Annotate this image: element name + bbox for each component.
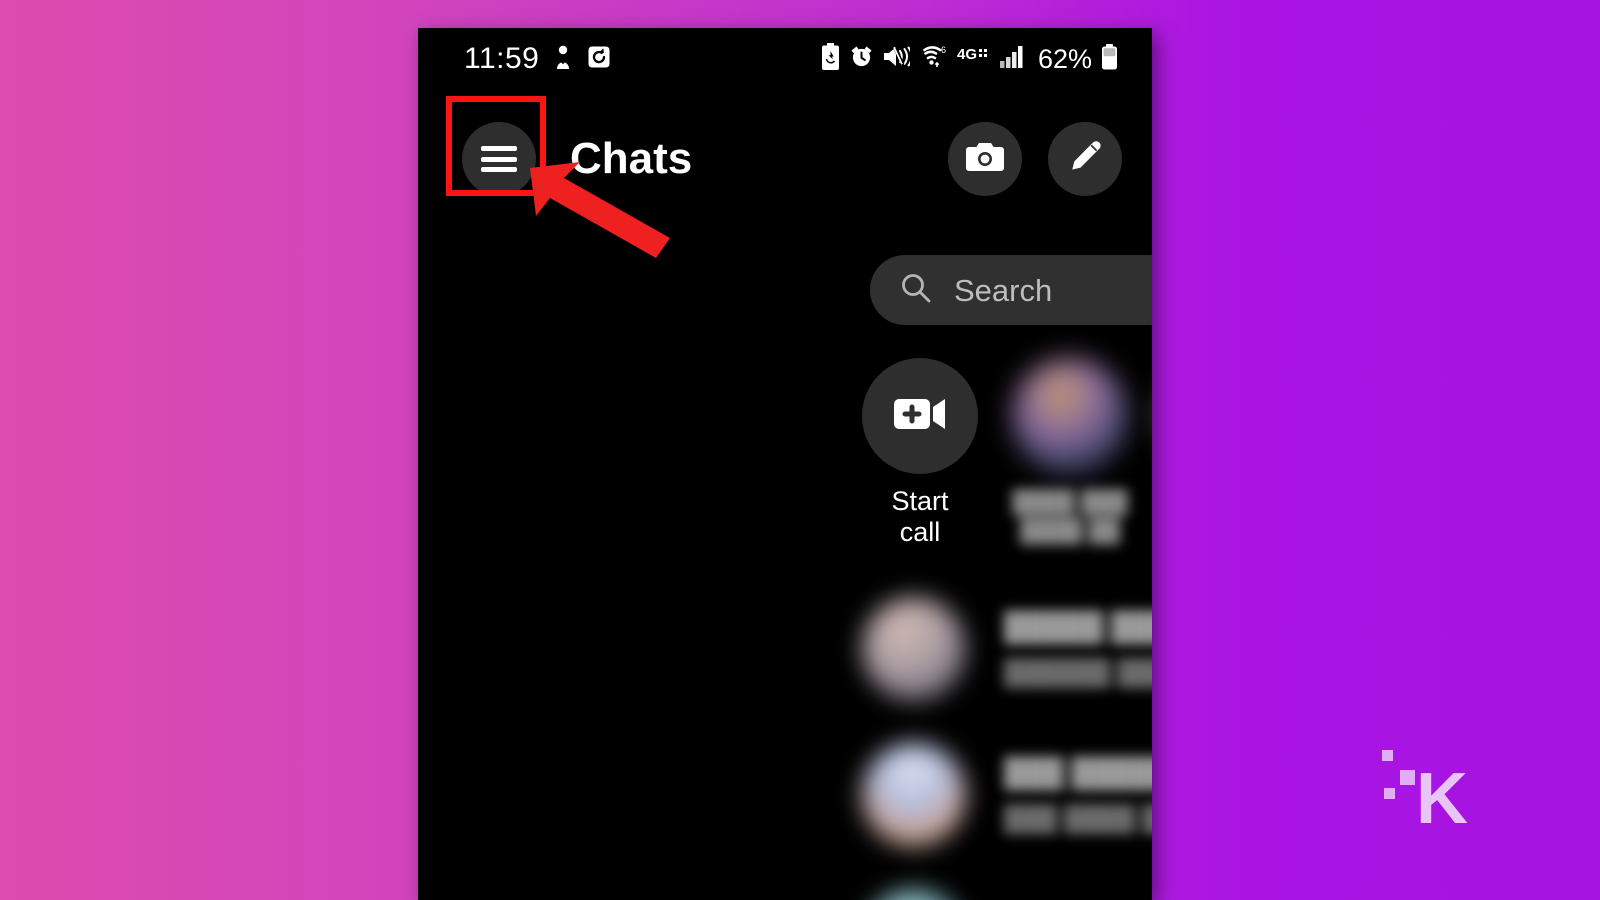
chat-list-item-text: ███ █████ ███ ████ ██ ██████ · ██ · ██	[1004, 756, 1152, 834]
search-input[interactable]: Search	[870, 255, 1152, 325]
start-call-label: Start call	[891, 486, 949, 548]
signal-bars-icon	[999, 45, 1026, 74]
person-download-icon	[552, 44, 574, 75]
chat-preview: ███ ████ ██ ██████ · ██ · ██	[1004, 804, 1152, 833]
contact-name: ████ ███ ████ ██	[1012, 489, 1128, 543]
svg-text:K: K	[1416, 759, 1468, 828]
chat-list-item-text: █████ ██████ ██████ ████████ ███ ⭐	[1004, 610, 1152, 688]
chat-name: █████ ██████	[1004, 611, 1152, 643]
avatar	[862, 597, 966, 701]
network-4g-icon: 4G	[957, 45, 991, 73]
start-call-circle	[862, 358, 978, 474]
svg-text:6: 6	[941, 45, 946, 55]
start-call-button[interactable]: Start call	[862, 358, 978, 558]
sync-square-icon	[587, 45, 611, 74]
annotation-arrow-icon	[528, 160, 678, 260]
pencil-compose-icon	[1067, 139, 1103, 180]
contact-carousel-item[interactable]: ████ ███ ████ ██	[1012, 358, 1128, 558]
status-bar-right: 6 4G 62%	[821, 43, 1118, 75]
vibrate-mute-icon	[883, 44, 913, 74]
avatar	[862, 743, 966, 847]
chat-list-item[interactable]: ███ █████ ███ ████ ██ ██████ · ██ · ██	[862, 722, 1152, 868]
status-clock: 11:59	[464, 42, 540, 75]
battery-icon	[1101, 43, 1118, 75]
chat-list-item[interactable]: █████ ██████ ██████ ████████ ███ ⭐	[862, 576, 1152, 722]
chat-preview-text: ██████ ████████ ███	[1004, 658, 1152, 687]
camera-button[interactable]	[948, 122, 1022, 196]
svg-text:4G: 4G	[957, 46, 977, 63]
avatar	[1012, 358, 1128, 474]
brand-watermark: K	[1378, 728, 1488, 839]
battery-percent-label: 62%	[1037, 43, 1092, 74]
video-call-plus-icon	[893, 395, 947, 438]
status-bar-left: 11:59	[464, 44, 611, 75]
calls-carousel[interactable]: Start call ████ ███ ████ ██ ████████ ███…	[862, 358, 1152, 558]
status-bar: 11:59 6 4G 62%	[418, 28, 1152, 90]
chat-list[interactable]: █████ ██████ ██████ ████████ ███ ⭐ ███ █…	[862, 576, 1152, 900]
camera-icon	[965, 140, 1005, 179]
chat-name: ███ █████	[1004, 757, 1152, 789]
app-header-actions	[948, 122, 1122, 196]
alarm-clock-icon	[849, 44, 874, 74]
chat-preview: ██████ ████████ ███ ⭐	[1004, 658, 1152, 688]
avatar	[862, 889, 966, 900]
chat-list-item[interactable]: █████████	[862, 868, 1152, 900]
battery-saver-icon	[821, 43, 840, 75]
search-placeholder: Search	[954, 272, 1053, 308]
search-icon	[900, 272, 932, 309]
wifi-6-icon: 6	[919, 44, 948, 74]
compose-button[interactable]	[1048, 122, 1122, 196]
